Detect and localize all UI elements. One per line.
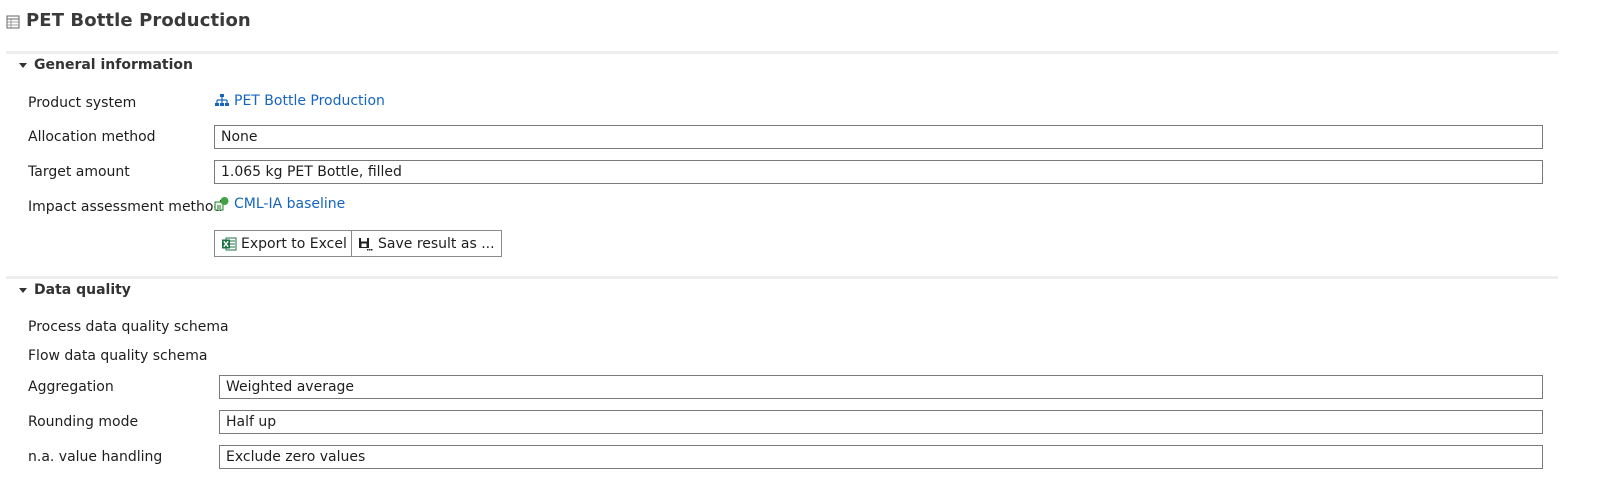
na-handling-value: Exclude zero values [226, 449, 366, 465]
product-system-link[interactable]: PET Bottle Production [214, 93, 385, 109]
page-title: PET Bottle Production [26, 9, 251, 31]
section-separator [6, 276, 1558, 279]
rounding-mode-value: Half up [226, 414, 277, 430]
allocation-method-label: Allocation method [28, 129, 156, 145]
section-general-information[interactable]: General information [19, 57, 193, 73]
na-handling-field[interactable]: Exclude zero values [219, 445, 1543, 469]
impact-method-icon [214, 197, 229, 211]
impact-method-label: Impact assessment method [28, 199, 223, 215]
save-result-label: Save result as ... [378, 235, 495, 252]
product-system-icon [215, 94, 229, 106]
section-data-quality[interactable]: Data quality [19, 282, 131, 298]
allocation-method-field[interactable]: None [214, 125, 1543, 149]
export-excel-button[interactable]: Export to Excel [214, 230, 354, 257]
section-separator [6, 51, 1558, 54]
save-result-button[interactable]: Save result as ... [351, 230, 502, 257]
target-amount-value: 1.065 kg PET Bottle, filled [221, 164, 402, 180]
page-header: PET Bottle Production [6, 6, 251, 34]
process-schema-label: Process data quality schema [28, 319, 229, 335]
section-title: General information [34, 57, 193, 73]
target-amount-field[interactable]: 1.065 kg PET Bottle, filled [214, 160, 1543, 184]
collapse-arrow-icon[interactable] [19, 288, 27, 293]
aggregation-field[interactable]: Weighted average [219, 375, 1543, 399]
export-excel-label: Export to Excel [241, 235, 347, 252]
save-icon [359, 237, 373, 250]
excel-icon [222, 237, 237, 250]
collapse-arrow-icon[interactable] [19, 63, 27, 68]
na-handling-label: n.a. value handling [28, 449, 163, 465]
target-amount-label: Target amount [28, 164, 130, 180]
section-title: Data quality [34, 282, 131, 298]
rounding-mode-field[interactable]: Half up [219, 410, 1543, 434]
impact-method-link[interactable]: CML-IA baseline [214, 196, 345, 212]
table-icon [6, 15, 20, 29]
allocation-method-value: None [221, 129, 258, 145]
impact-method-value[interactable]: CML-IA baseline [234, 196, 345, 212]
product-system-value[interactable]: PET Bottle Production [234, 93, 385, 109]
flow-schema-label: Flow data quality schema [28, 348, 208, 364]
aggregation-label: Aggregation [28, 379, 114, 395]
product-system-label: Product system [28, 95, 137, 111]
aggregation-value: Weighted average [226, 379, 355, 395]
rounding-mode-label: Rounding mode [28, 414, 139, 430]
